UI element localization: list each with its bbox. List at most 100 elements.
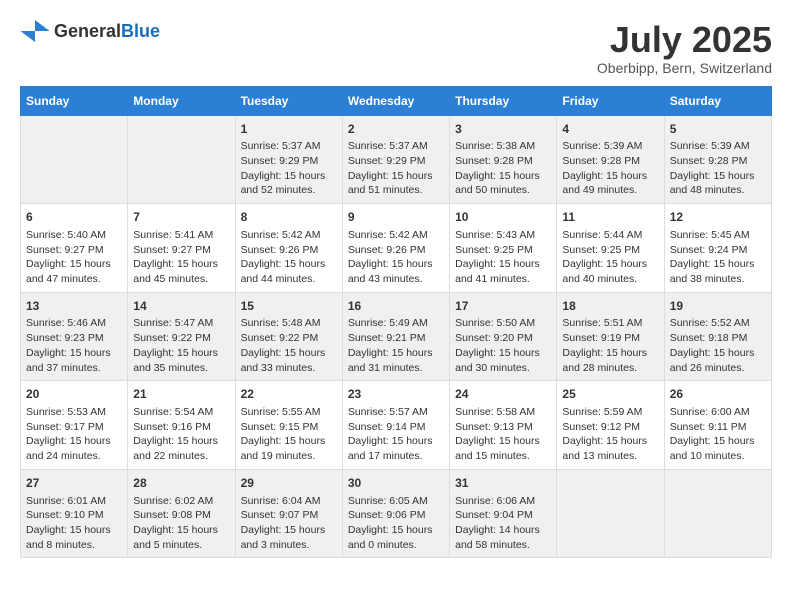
calendar-cell-2-5: 10Sunrise: 5:43 AM Sunset: 9:25 PM Dayli…	[450, 204, 557, 293]
day-info: Sunrise: 5:53 AM Sunset: 9:17 PM Dayligh…	[26, 405, 122, 464]
day-info: Sunrise: 6:01 AM Sunset: 9:10 PM Dayligh…	[26, 494, 122, 553]
day-info: Sunrise: 5:37 AM Sunset: 9:29 PM Dayligh…	[241, 139, 337, 198]
calendar-week-row-1: 1Sunrise: 5:37 AM Sunset: 9:29 PM Daylig…	[21, 115, 772, 204]
day-number: 17	[455, 298, 551, 315]
calendar-cell-2-4: 9 Sunrise: 5:42 AM Sunset: 9:26 PM Daylig…	[342, 204, 449, 293]
day-info: Sunrise: 5:46 AM Sunset: 9:23 PM Dayligh…	[26, 316, 122, 375]
day-number: 1	[241, 121, 337, 138]
day-number: 3	[455, 121, 551, 138]
calendar-cell-1-4: 2Sunrise: 5:37 AM Sunset: 9:29 PM Daylig…	[342, 115, 449, 204]
calendar-cell-1-3: 1Sunrise: 5:37 AM Sunset: 9:29 PM Daylig…	[235, 115, 342, 204]
day-info: Sunrise: 5:52 AM Sunset: 9:18 PM Dayligh…	[670, 316, 766, 375]
day-number: 2	[348, 121, 444, 138]
calendar-cell-3-5: 17Sunrise: 5:50 AM Sunset: 9:20 PM Dayli…	[450, 292, 557, 381]
calendar-cell-1-7: 5Sunrise: 5:39 AM Sunset: 9:28 PM Daylig…	[664, 115, 771, 204]
day-info: Sunrise: 5:44 AM Sunset: 9:25 PM Dayligh…	[562, 228, 658, 287]
col-thursday: Thursday	[450, 86, 557, 115]
calendar-cell-4-4: 23Sunrise: 5:57 AM Sunset: 9:14 PM Dayli…	[342, 381, 449, 470]
calendar-cell-3-1: 13Sunrise: 5:46 AM Sunset: 9:23 PM Dayli…	[21, 292, 128, 381]
day-number: 13	[26, 298, 122, 315]
day-number: 28	[133, 475, 229, 492]
calendar-cell-3-4: 16Sunrise: 5:49 AM Sunset: 9:21 PM Dayli…	[342, 292, 449, 381]
logo: GeneralBlue	[20, 20, 160, 42]
calendar-week-row-2: 6 Sunrise: 5:40 AM Sunset: 9:27 PM Daylig…	[21, 204, 772, 293]
calendar-cell-2-2: 7 Sunrise: 5:41 AM Sunset: 9:27 PM Daylig…	[128, 204, 235, 293]
calendar-cell-4-7: 26 Sunrise: 6:00 AM Sunset: 9:11 PM Dayli…	[664, 381, 771, 470]
day-number: 15	[241, 298, 337, 315]
day-number: 11	[562, 209, 658, 226]
calendar-cell-4-1: 20 Sunrise: 5:53 AM Sunset: 9:17 PM Dayli…	[21, 381, 128, 470]
day-number: 21	[133, 386, 229, 403]
day-number: 27	[26, 475, 122, 492]
day-number: 31	[455, 475, 551, 492]
day-number: 26	[670, 386, 766, 403]
calendar-cell-5-7	[664, 469, 771, 558]
calendar-cell-3-3: 15Sunrise: 5:48 AM Sunset: 9:22 PM Dayli…	[235, 292, 342, 381]
day-number: 14	[133, 298, 229, 315]
day-info: Sunrise: 6:00 AM Sunset: 9:11 PM Dayligh…	[670, 405, 766, 464]
location-subtitle: Oberbipp, Bern, Switzerland	[597, 60, 772, 76]
day-info: Sunrise: 5:41 AM Sunset: 9:27 PM Dayligh…	[133, 228, 229, 287]
day-number: 18	[562, 298, 658, 315]
day-number: 10	[455, 209, 551, 226]
day-info: Sunrise: 5:42 AM Sunset: 9:26 PM Dayligh…	[348, 228, 444, 287]
calendar-cell-5-5: 31 Sunrise: 6:06 AM Sunset: 9:04 PM Dayli…	[450, 469, 557, 558]
calendar-cell-5-1: 27 Sunrise: 6:01 AM Sunset: 9:10 PM Dayli…	[21, 469, 128, 558]
calendar-cell-1-6: 4Sunrise: 5:39 AM Sunset: 9:28 PM Daylig…	[557, 115, 664, 204]
calendar-cell-1-1	[21, 115, 128, 204]
col-monday: Monday	[128, 86, 235, 115]
day-number: 25	[562, 386, 658, 403]
day-info: Sunrise: 5:39 AM Sunset: 9:28 PM Dayligh…	[562, 139, 658, 198]
calendar-cell-4-6: 25 Sunrise: 5:59 AM Sunset: 9:12 PM Dayli…	[557, 381, 664, 470]
day-number: 9	[348, 209, 444, 226]
day-number: 22	[241, 386, 337, 403]
calendar-week-row-4: 20 Sunrise: 5:53 AM Sunset: 9:17 PM Dayli…	[21, 381, 772, 470]
day-info: Sunrise: 6:06 AM Sunset: 9:04 PM Dayligh…	[455, 494, 551, 553]
day-info: Sunrise: 5:54 AM Sunset: 9:16 PM Dayligh…	[133, 405, 229, 464]
day-number: 4	[562, 121, 658, 138]
page-header: GeneralBlue July 2025 Oberbipp, Bern, Sw…	[20, 20, 772, 76]
logo-text-blue: Blue	[121, 21, 160, 41]
day-number: 8	[241, 209, 337, 226]
logo-text-general: General	[54, 21, 121, 41]
calendar-cell-2-6: 11 Sunrise: 5:44 AM Sunset: 9:25 PM Dayli…	[557, 204, 664, 293]
day-number: 12	[670, 209, 766, 226]
day-info: Sunrise: 5:51 AM Sunset: 9:19 PM Dayligh…	[562, 316, 658, 375]
day-info: Sunrise: 6:04 AM Sunset: 9:07 PM Dayligh…	[241, 494, 337, 553]
logo-icon	[20, 20, 50, 42]
calendar-week-row-3: 13Sunrise: 5:46 AM Sunset: 9:23 PM Dayli…	[21, 292, 772, 381]
day-info: Sunrise: 5:58 AM Sunset: 9:13 PM Dayligh…	[455, 405, 551, 464]
col-sunday: Sunday	[21, 86, 128, 115]
day-number: 24	[455, 386, 551, 403]
calendar-cell-5-4: 30 Sunrise: 6:05 AM Sunset: 9:06 PM Dayli…	[342, 469, 449, 558]
day-info: Sunrise: 5:49 AM Sunset: 9:21 PM Dayligh…	[348, 316, 444, 375]
calendar-cell-4-2: 21 Sunrise: 5:54 AM Sunset: 9:16 PM Dayli…	[128, 381, 235, 470]
day-number: 20	[26, 386, 122, 403]
calendar-cell-1-2	[128, 115, 235, 204]
day-info: Sunrise: 5:50 AM Sunset: 9:20 PM Dayligh…	[455, 316, 551, 375]
day-number: 30	[348, 475, 444, 492]
day-number: 5	[670, 121, 766, 138]
day-info: Sunrise: 5:57 AM Sunset: 9:14 PM Dayligh…	[348, 405, 444, 464]
calendar-table: Sunday Monday Tuesday Wednesday Thursday…	[20, 86, 772, 559]
day-number: 7	[133, 209, 229, 226]
day-info: Sunrise: 5:59 AM Sunset: 9:12 PM Dayligh…	[562, 405, 658, 464]
col-wednesday: Wednesday	[342, 86, 449, 115]
day-info: Sunrise: 6:05 AM Sunset: 9:06 PM Dayligh…	[348, 494, 444, 553]
col-saturday: Saturday	[664, 86, 771, 115]
calendar-cell-3-6: 18Sunrise: 5:51 AM Sunset: 9:19 PM Dayli…	[557, 292, 664, 381]
day-info: Sunrise: 5:47 AM Sunset: 9:22 PM Dayligh…	[133, 316, 229, 375]
day-info: Sunrise: 5:39 AM Sunset: 9:28 PM Dayligh…	[670, 139, 766, 198]
calendar-week-row-5: 27 Sunrise: 6:01 AM Sunset: 9:10 PM Dayli…	[21, 469, 772, 558]
day-info: Sunrise: 5:37 AM Sunset: 9:29 PM Dayligh…	[348, 139, 444, 198]
calendar-cell-5-3: 29Sunrise: 6:04 AM Sunset: 9:07 PM Dayli…	[235, 469, 342, 558]
day-info: Sunrise: 5:40 AM Sunset: 9:27 PM Dayligh…	[26, 228, 122, 287]
calendar-cell-4-5: 24 Sunrise: 5:58 AM Sunset: 9:13 PM Dayli…	[450, 381, 557, 470]
day-info: Sunrise: 5:45 AM Sunset: 9:24 PM Dayligh…	[670, 228, 766, 287]
day-number: 16	[348, 298, 444, 315]
month-year-title: July 2025	[597, 20, 772, 60]
day-info: Sunrise: 5:42 AM Sunset: 9:26 PM Dayligh…	[241, 228, 337, 287]
calendar-header-row: Sunday Monday Tuesday Wednesday Thursday…	[21, 86, 772, 115]
calendar-cell-2-3: 8 Sunrise: 5:42 AM Sunset: 9:26 PM Daylig…	[235, 204, 342, 293]
day-number: 6	[26, 209, 122, 226]
